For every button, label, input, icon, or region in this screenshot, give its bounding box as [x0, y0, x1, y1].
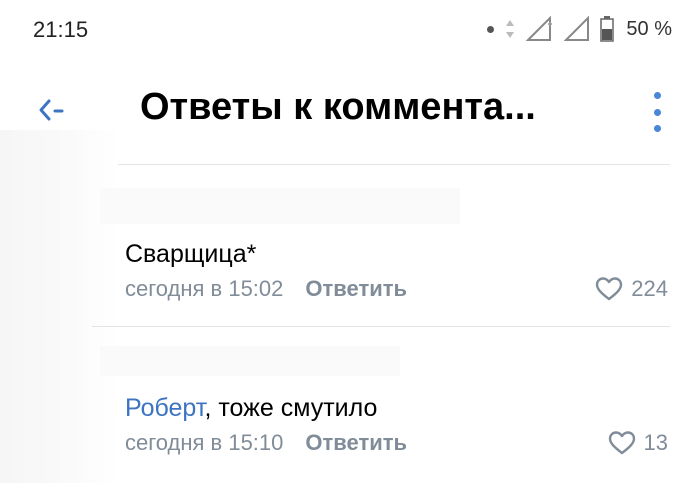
comment-body: , тоже смутило: [204, 394, 378, 422]
comment-text: Роберт, тоже смутило: [125, 394, 377, 423]
heart-icon: [608, 431, 635, 455]
comment-body: Сварщица*: [125, 240, 257, 268]
signal-icon-secondary: [564, 16, 590, 41]
comment-text: Сварщица*: [125, 240, 256, 269]
reply-button[interactable]: Ответить: [305, 430, 407, 455]
more-vertical-icon: [653, 92, 661, 99]
comment-meta: сегодня в 15:10 Ответить: [125, 430, 407, 456]
data-transfer-icon: [506, 20, 515, 38]
divider: [92, 326, 670, 327]
back-button[interactable]: [30, 90, 70, 130]
status-bar: 21:15 50 %: [0, 0, 700, 58]
page-title: Ответы к коммента...: [140, 86, 536, 128]
like-button[interactable]: 13: [608, 430, 668, 456]
like-count: 224: [631, 276, 668, 301]
divider: [118, 164, 670, 165]
notification-dot-icon: [487, 25, 495, 33]
like-button[interactable]: 224: [595, 276, 668, 302]
back-arrow-icon: [39, 99, 64, 121]
comment-time: сегодня в 15:10: [125, 430, 284, 455]
reply-mention-link[interactable]: Роберт: [125, 394, 204, 422]
redacted-name-smudge: [100, 346, 400, 376]
status-time: 21:15: [33, 17, 89, 42]
battery-percent: 50 %: [626, 17, 672, 40]
status-icons: 50 %: [487, 14, 672, 44]
comment-item: Сварщица* сегодня в 15:02 Ответить 224: [0, 228, 700, 308]
heart-icon: [596, 277, 623, 301]
comment-meta: сегодня в 15:02 Ответить: [125, 276, 407, 302]
more-options-button[interactable]: [644, 92, 670, 132]
like-count: 13: [643, 430, 668, 455]
reply-button[interactable]: Ответить: [305, 276, 407, 301]
battery-icon: [600, 16, 615, 42]
signal-icon: [526, 16, 553, 41]
redacted-name-smudge: [100, 188, 460, 224]
comment-time: сегодня в 15:02: [125, 276, 284, 301]
comment-item: Роберт, тоже смутило сегодня в 15:10 Отве…: [0, 382, 700, 462]
